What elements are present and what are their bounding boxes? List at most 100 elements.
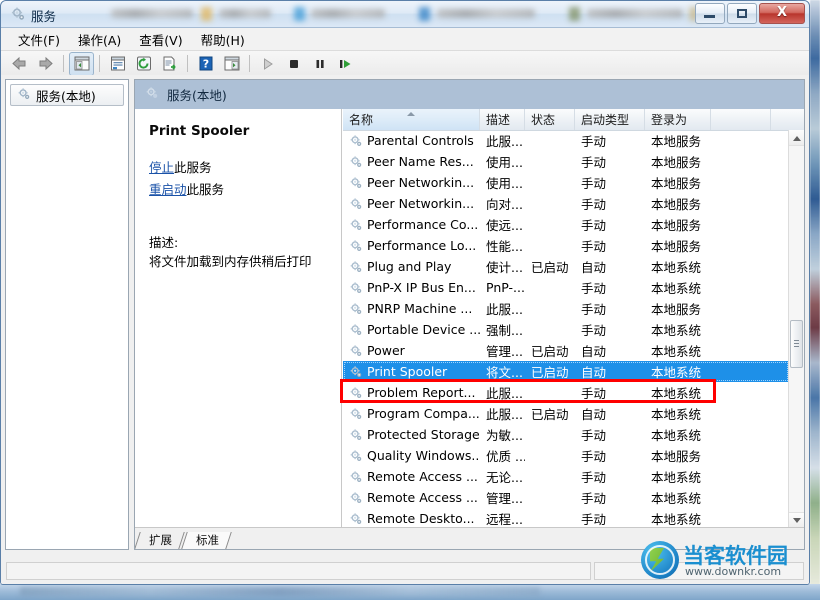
stop-service-button[interactable] xyxy=(281,52,306,76)
cell-description: 使用... xyxy=(486,176,523,191)
forward-button[interactable] xyxy=(33,52,58,76)
service-gear-icon xyxy=(350,365,362,377)
column-header-extra[interactable] xyxy=(711,109,771,130)
close-button[interactable]: X xyxy=(759,3,805,24)
service-name-text: Plug and Play xyxy=(367,259,452,274)
tree-item-label: 服务(本地) xyxy=(36,88,96,104)
column-header-label: 登录为 xyxy=(651,113,688,127)
table-row[interactable]: Peer Networkin... 向对... 手动 本地服务 xyxy=(343,193,789,214)
table-row[interactable]: Plug and Play 使计... 已启动 自动 本地系统 xyxy=(343,256,789,277)
cell-startup-type: 手动 xyxy=(581,134,607,149)
show-hide-tree-button[interactable] xyxy=(69,51,94,76)
menu-help[interactable]: 帮助(H) xyxy=(192,28,254,51)
tab-standard[interactable]: 标准 xyxy=(181,532,232,549)
cell-startup-type: 自动 xyxy=(581,260,607,275)
cell-startup-type: 手动 xyxy=(581,491,607,506)
table-row[interactable]: Peer Networkin... 使用... 手动 本地服务 xyxy=(343,172,789,193)
table-row[interactable]: Performance Lo... 性能... 手动 本地服务 xyxy=(343,235,789,256)
back-icon xyxy=(12,56,26,71)
tab-extended[interactable]: 扩展 xyxy=(135,532,185,549)
help-button[interactable]: ? xyxy=(193,52,218,76)
column-header-startup-type[interactable]: 启动类型 xyxy=(575,109,645,130)
list-rows[interactable]: Parental Controls 此服... 手动 本地服务 Peer Name R… xyxy=(343,130,789,528)
service-gear-icon xyxy=(350,176,362,188)
table-row[interactable]: Remote Access ... 无论... 手动 本地系统 xyxy=(343,466,789,487)
menu-action[interactable]: 操作(A) xyxy=(69,28,130,51)
cell-service-name: Print Spooler xyxy=(343,364,480,379)
table-row[interactable]: Portable Device ... 强制... 手动 本地系统 xyxy=(343,319,789,340)
column-header-name[interactable]: 名称 xyxy=(343,109,480,130)
cell-status: 已启动 xyxy=(531,344,569,359)
restart-service-suffix: 此服务 xyxy=(186,182,225,197)
service-gear-icon xyxy=(350,470,362,482)
title-bar[interactable]: 服务 X xyxy=(1,1,809,28)
table-row[interactable]: Parental Controls 此服... 手动 本地服务 xyxy=(343,130,789,151)
blurred-artifact xyxy=(311,9,385,18)
cell-startup-type: 手动 xyxy=(581,197,607,212)
cell-service-name: Remote Deskto... xyxy=(343,511,480,526)
cell-service-name: Peer Networkin... xyxy=(343,175,480,190)
table-row[interactable]: Remote Deskto... 远程... 手动 本地系统 xyxy=(343,508,789,528)
toolbar-separator xyxy=(63,55,64,72)
scroll-up-button[interactable] xyxy=(789,130,804,146)
restart-service-action[interactable]: 重启动此服务 xyxy=(149,179,331,198)
column-header-label: 启动类型 xyxy=(581,113,630,127)
back-button[interactable] xyxy=(7,52,32,76)
table-row[interactable]: Remote Access ... 管理... 手动 本地系统 xyxy=(343,487,789,508)
export-list-button[interactable] xyxy=(157,52,182,76)
start-service-button[interactable] xyxy=(255,52,280,76)
service-name-text: Parental Controls xyxy=(367,133,474,148)
services-window: 服务 X 文件(F) 操作(A) 查看(V) 帮助(H) ? 服务(本地) 服务… xyxy=(0,0,810,585)
cell-log-on-as: 本地服务 xyxy=(651,176,702,191)
stop-service-suffix: 此服务 xyxy=(174,160,212,175)
table-row[interactable]: PnP-X IP Bus En... PnP-... 手动 本地系统 xyxy=(343,277,789,298)
cell-log-on-as: 本地服务 xyxy=(651,155,702,170)
table-row[interactable]: Print Spooler 将文... 已启动 自动 本地系统 xyxy=(343,361,789,382)
cell-description: 管理... xyxy=(486,491,523,506)
column-header-log-on-as[interactable]: 登录为 xyxy=(645,109,711,130)
stop-service-action[interactable]: 停止此服务 xyxy=(149,157,331,176)
minimize-button[interactable] xyxy=(695,3,725,24)
cell-description: 使计... xyxy=(486,260,523,275)
view-tabs: 扩展 标准 xyxy=(135,527,804,549)
properties-button[interactable] xyxy=(105,52,130,76)
table-row[interactable]: Peer Name Res... 使用... 手动 本地服务 xyxy=(343,151,789,172)
refresh-button[interactable] xyxy=(131,52,156,76)
description-text: 将文件加载到内存供稍后打印 xyxy=(149,254,312,269)
cell-log-on-as: 本地系统 xyxy=(651,491,702,506)
desktop-edge-right xyxy=(810,0,820,585)
menu-view[interactable]: 查看(V) xyxy=(130,28,191,51)
close-icon: X xyxy=(776,5,788,20)
cell-description: 向对... xyxy=(486,197,523,212)
show-action-pane-button[interactable] xyxy=(219,52,244,76)
column-header-status[interactable]: 状态 xyxy=(525,109,575,130)
restore-button[interactable] xyxy=(727,3,757,24)
pause-service-button[interactable] xyxy=(307,52,332,76)
cell-startup-type: 手动 xyxy=(581,176,607,191)
table-row[interactable]: Quality Windows... 优质 ... 手动 本地服务 xyxy=(343,445,789,466)
services-list: 名称 描述 状态 启动类型 登录为 Parental Controls 此服..… xyxy=(343,109,804,528)
table-row[interactable]: Program Compa... 此服... 已启动 自动 本地系统 xyxy=(343,403,789,424)
table-row[interactable]: Power 管理... 已启动 自动 本地系统 xyxy=(343,340,789,361)
svg-text:?: ? xyxy=(202,58,208,71)
menu-file[interactable]: 文件(F) xyxy=(9,28,69,51)
stop-service-icon xyxy=(289,59,298,68)
table-row[interactable]: Performance Co... 使远... 手动 本地服务 xyxy=(343,214,789,235)
cell-service-name: Remote Access ... xyxy=(343,490,480,505)
vertical-scrollbar[interactable] xyxy=(788,130,804,528)
toolbar-separator xyxy=(249,55,250,72)
table-row[interactable]: Protected Storage 为敏... 手动 本地系统 xyxy=(343,424,789,445)
chevron-up-icon xyxy=(792,135,801,141)
table-row[interactable]: Problem Report... 此服... 手动 本地系统 xyxy=(343,382,789,403)
stop-service-link[interactable]: 停止 xyxy=(149,160,174,175)
service-gear-icon xyxy=(350,344,362,356)
table-row[interactable]: PNRP Machine ... 此服... 手动 本地服务 xyxy=(343,298,789,319)
tree-item-services-local[interactable]: 服务(本地) xyxy=(10,84,124,106)
column-header-description[interactable]: 描述 xyxy=(480,109,525,130)
scroll-down-button[interactable] xyxy=(789,512,804,528)
scrollbar-thumb[interactable] xyxy=(790,320,803,368)
cell-service-name: Program Compa... xyxy=(343,406,480,421)
cell-log-on-as: 本地系统 xyxy=(651,407,702,422)
restart-service-button[interactable] xyxy=(333,52,358,76)
restart-service-link[interactable]: 重启动 xyxy=(149,182,187,197)
